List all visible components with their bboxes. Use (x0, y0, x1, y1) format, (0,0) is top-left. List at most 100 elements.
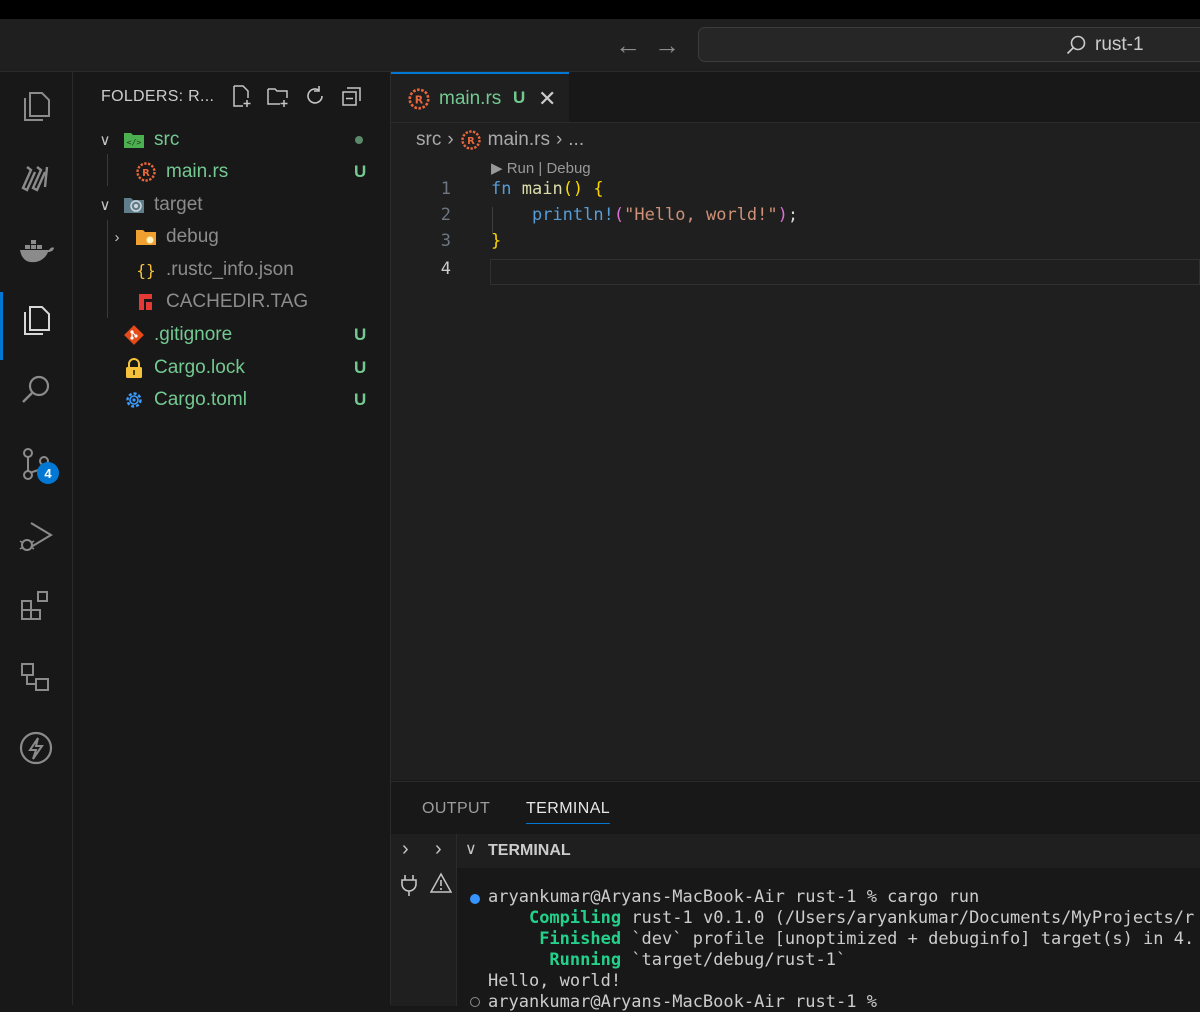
editor-tab-bar: R main.rs U ✕ (391, 72, 1200, 123)
tree-item-main-rs[interactable]: R main.rs U (73, 156, 390, 188)
explorer-activity[interactable] (0, 76, 72, 136)
title-bar: ← → rust-1 (0, 19, 1200, 72)
lightning-icon (19, 731, 53, 765)
extensions-icon (21, 591, 48, 620)
tree-item-cargo-lock[interactable]: Cargo.lock U (73, 352, 390, 384)
tree-item-label: Cargo.lock (154, 357, 245, 378)
terminal-title: TERMINAL (488, 842, 571, 859)
tree-item-label: CACHEDIR.TAG (166, 291, 309, 312)
close-icon[interactable]: ✕ (538, 86, 556, 112)
string-literal: "Hello, world!" (624, 205, 778, 225)
prompt-ring (470, 997, 480, 1007)
remote-explorer-activity[interactable] (0, 648, 72, 708)
command-success-dot (470, 894, 480, 904)
svg-text:R: R (467, 136, 475, 147)
run-debug-icon (19, 522, 53, 551)
cursor-ai-activity[interactable] (0, 148, 72, 208)
new-folder-icon[interactable] (266, 84, 290, 108)
svg-text:</>: </> (127, 138, 142, 147)
tree-item-cargo-toml[interactable]: Cargo.toml U (73, 384, 390, 416)
lock-icon (123, 357, 145, 379)
run-debug-codelens[interactable]: ▶ Run | Debug (491, 159, 591, 177)
chevron-right-icon: › (114, 228, 120, 246)
open-paren: ( (613, 205, 625, 225)
run-debug-activity[interactable] (0, 506, 72, 566)
git-status: U (354, 162, 367, 181)
command-center-search[interactable]: rust-1 (698, 27, 1200, 62)
chevron-right-icon[interactable]: › (435, 838, 442, 861)
tree-item-target[interactable]: ∨ target (73, 189, 390, 221)
tree-item-src[interactable]: ∨ </> src (73, 124, 390, 156)
plug-icon[interactable] (400, 874, 418, 901)
tree-item-gitignore[interactable]: .gitignore U (73, 319, 390, 351)
tree-item-label: Cargo.toml (154, 389, 247, 410)
tab-terminal[interactable]: TERMINAL (526, 800, 611, 824)
tab-git-status: U (513, 88, 526, 107)
explorer-header: FOLDERS: R... (101, 88, 215, 105)
terminal-line: Compiling rust-1 v0.1.0 (/Users/aryankum… (488, 908, 1194, 928)
breadcrumb-more[interactable]: ... (568, 129, 584, 151)
files-icon (24, 92, 50, 121)
chevron-down-icon: ∨ (99, 132, 111, 149)
chevron-down-icon[interactable]: ∨ (465, 839, 477, 859)
docker-icon (20, 240, 54, 263)
source-control-activity[interactable]: 4 (0, 434, 72, 494)
explorer-actions (229, 84, 364, 108)
chevron-right-icon[interactable]: › (402, 838, 409, 861)
close-paren: ) (777, 205, 788, 225)
thunder-client-activity[interactable] (0, 718, 72, 778)
finished-text: `dev` profile [unoptimized + debuginfo] … (621, 929, 1195, 949)
remote-explorer-icon (21, 663, 49, 691)
breadcrumb-folder[interactable]: src (416, 129, 441, 151)
git-status: U (354, 358, 367, 377)
tab-output[interactable]: OUTPUT (422, 800, 490, 818)
finished-label: Finished (539, 929, 622, 949)
git-file-icon (123, 324, 145, 346)
search-activity[interactable] (0, 360, 72, 420)
svg-text:R: R (142, 168, 150, 179)
rust-file-icon: R (407, 87, 431, 116)
folder-src-icon: </> (123, 129, 145, 151)
back-arrow-icon[interactable]: ← (615, 32, 641, 58)
new-file-icon[interactable] (229, 84, 253, 108)
tree-item-debug[interactable]: › debug (73, 221, 390, 253)
keyword: fn (491, 179, 512, 199)
json-file-icon: {} (136, 260, 156, 280)
gear-icon (123, 389, 145, 411)
search-icon (22, 375, 50, 403)
parens: () (562, 179, 584, 199)
warning-icon[interactable] (429, 872, 453, 899)
source-control-badge: 4 (37, 462, 59, 484)
tab-label: main.rs (439, 88, 502, 109)
explorer-sidebar: FOLDERS: R... ∨ </> src R main.rs U ∨ ta… (73, 72, 391, 1005)
compiling-text: rust-1 v0.1.0 (/Users/aryankumar/Documen… (621, 908, 1195, 928)
docker-activity[interactable] (0, 220, 72, 280)
tree-item-cachedir-tag[interactable]: CACHEDIR.TAG (73, 286, 390, 318)
rust-file-icon: R (135, 161, 157, 183)
chevron-right-icon: › (555, 129, 563, 150)
terminal-line: aryankumar@Aryans-MacBook-Air rust-1 % c… (488, 887, 980, 907)
chevron-down-icon: ∨ (99, 197, 111, 214)
folder-debug-icon (135, 226, 157, 248)
tree-item-label: target (154, 194, 203, 215)
tree-item-label: main.rs (166, 161, 229, 182)
terminal-header: ∨ TERMINAL (457, 834, 1200, 868)
tree-item-label: .gitignore (154, 324, 233, 345)
breadcrumb-file[interactable]: main.rs (488, 129, 550, 151)
running-text: `target/debug/rust-1` (621, 950, 847, 970)
macro-call: println! (531, 205, 614, 225)
code-editor[interactable]: src › R main.rs › ... ▶ Run | Debug 1 fn… (391, 123, 1200, 780)
running-label: Running (549, 950, 622, 970)
collapse-all-icon[interactable] (340, 84, 364, 108)
refresh-icon[interactable] (303, 84, 327, 108)
line-number: 4 (440, 259, 451, 279)
semicolon: ; (787, 205, 799, 225)
folder-target-icon (123, 194, 145, 216)
tab-main-rs[interactable]: R main.rs U ✕ (391, 72, 569, 122)
tree-item-rustc-info-json[interactable]: {} .rustc_info.json (73, 254, 390, 286)
explorer-active-activity[interactable] (0, 290, 72, 360)
extensions-activity[interactable] (0, 576, 72, 636)
tag-file-icon (135, 291, 157, 313)
bottom-panel: OUTPUT TERMINAL › › ∨ TERMINAL aryankuma… (391, 781, 1200, 1012)
forward-arrow-icon[interactable]: → (654, 32, 680, 58)
